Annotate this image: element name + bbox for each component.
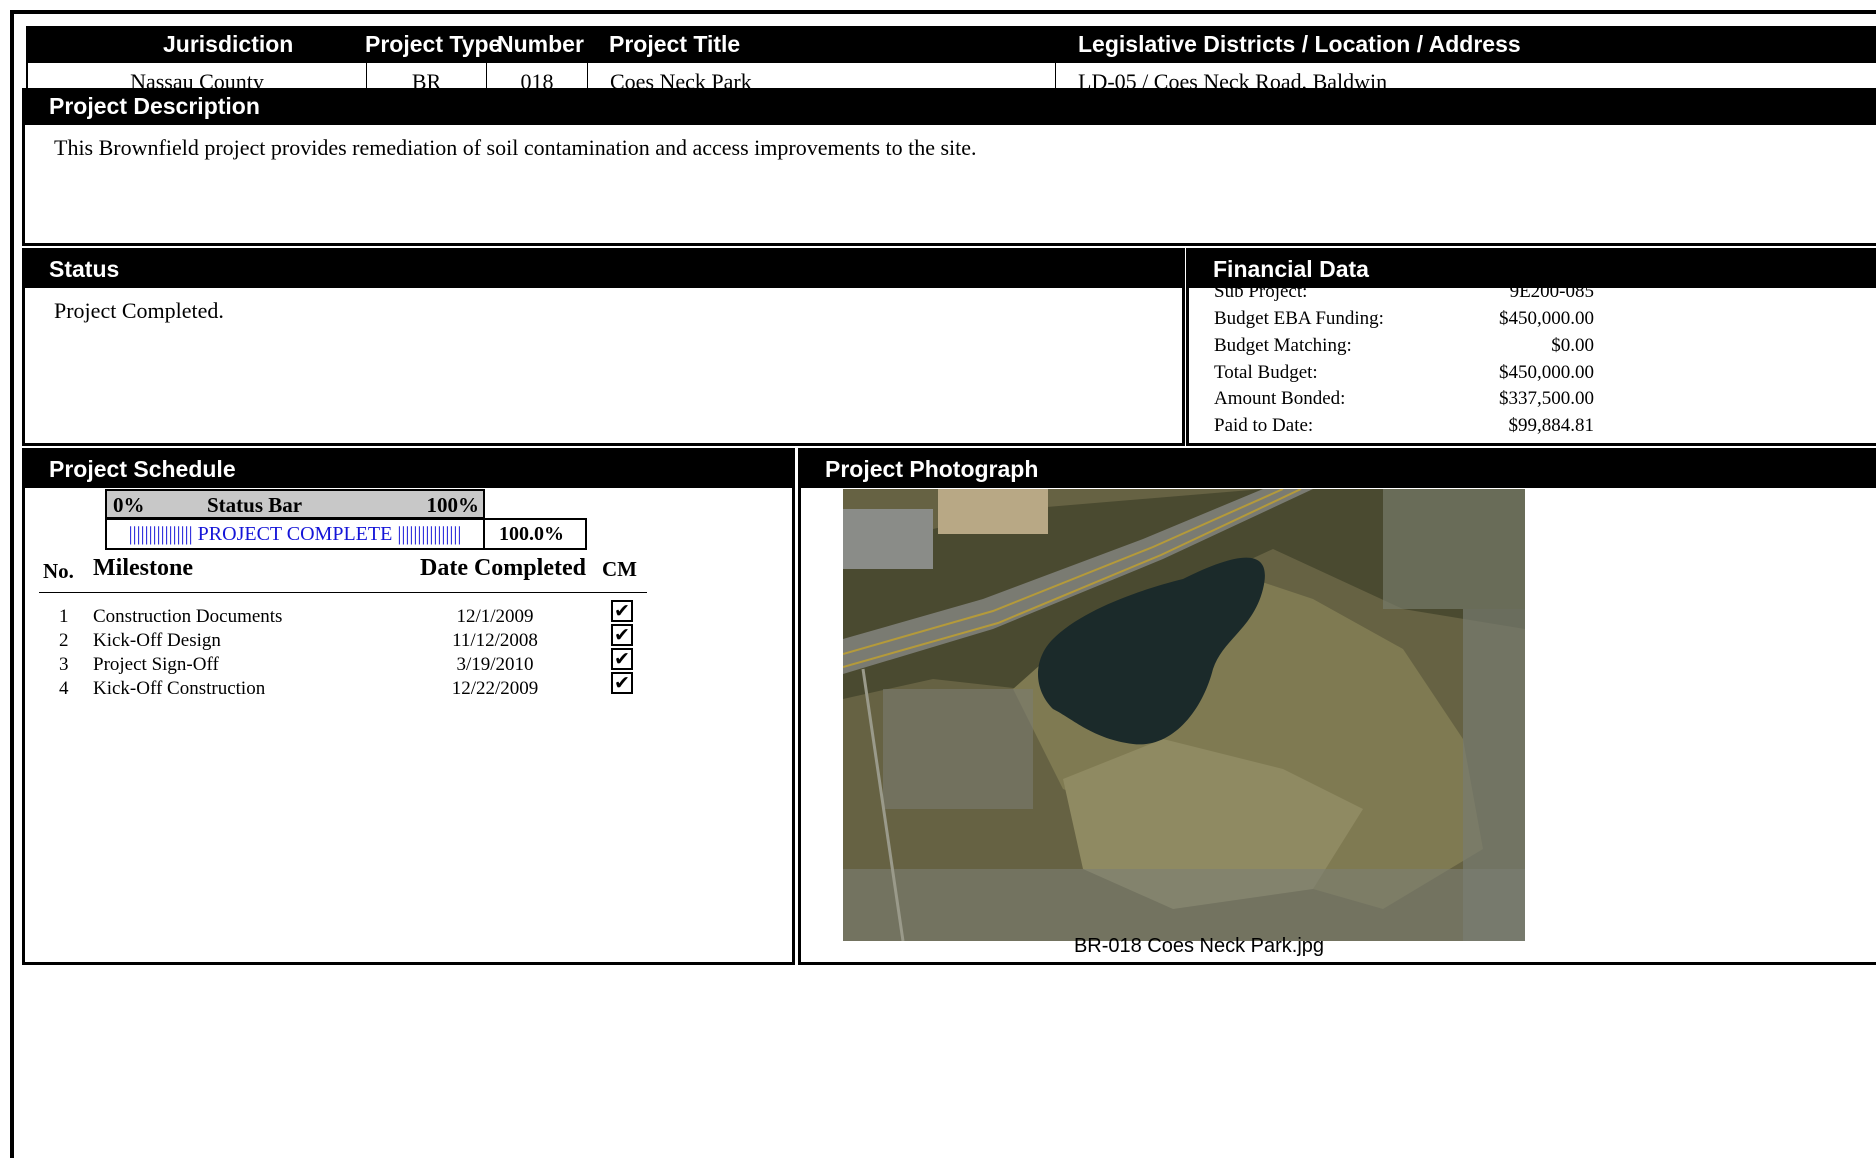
status-bar-title: Status Bar (207, 493, 303, 517)
financial-label: Paid to Date: (1214, 415, 1314, 436)
aerial-photo (843, 489, 1525, 941)
financial-value: $450,000.00 (1499, 362, 1594, 383)
column-no: No. (43, 559, 74, 583)
location-header: Legislative Districts / Location / Addre… (1078, 31, 1521, 57)
financial-row-paid-to-date: Paid to Date: $99,884.81 (1214, 415, 1595, 443)
number-header: Number (497, 31, 584, 57)
financial-label: Sub Project: (1214, 281, 1308, 302)
status-bar-percent: 100.0% (483, 518, 587, 550)
milestone-date: 12/22/2009 (451, 678, 539, 699)
project-header-row: Jurisdiction Project Type Number Project… (26, 26, 1876, 63)
schedule-header-rule (39, 592, 647, 593)
financial-label: Total Budget: (1214, 362, 1318, 383)
jurisdiction-header: Jurisdiction (163, 31, 294, 57)
milestone-cm-checkbox[interactable]: ✔ (611, 648, 633, 670)
financial-value: $337,500.00 (1499, 388, 1594, 409)
column-cm: CM (602, 557, 637, 581)
project-type-header: Project Type (365, 31, 502, 57)
milestone-cm-checkbox[interactable]: ✔ (611, 624, 633, 646)
financial-data-panel: Financial Data Sub Project: 9E200-085 Bu… (1186, 248, 1876, 446)
milestone-no: 3 (59, 654, 69, 675)
photo-caption: BR-018 Coes Neck Park.jpg (1073, 935, 1325, 957)
financial-value: 9E200-085 (1509, 281, 1594, 302)
milestone-name: Kick-Off Design (93, 630, 221, 651)
milestone-date: 3/19/2010 (456, 654, 534, 675)
milestone-cm-checkbox[interactable]: ✔ (611, 600, 633, 622)
project-photograph-panel: Project Photograph BR-018 Coes Neck Park… (798, 448, 1876, 965)
milestone-name: Project Sign-Off (93, 654, 219, 675)
milestone-no: 4 (59, 678, 69, 699)
milestone-no: 2 (59, 630, 69, 651)
status-bar-max-label: 100% (426, 493, 480, 517)
project-description-panel: Project Description This Brownfield proj… (22, 88, 1876, 246)
milestone-cm-checkbox[interactable]: ✔ (611, 672, 633, 694)
status-bar-scale: 0% Status Bar 100% (105, 489, 485, 519)
project-photograph-header: Project Photograph (801, 451, 1876, 488)
project-description-header: Project Description (25, 88, 1876, 125)
financial-value: $450,000.00 (1499, 308, 1594, 329)
status-bar-progress: |||||||||||||||| PROJECT COMPLETE ||||||… (105, 518, 485, 550)
status-bar-text: |||||||||||||||| PROJECT COMPLETE ||||||… (128, 523, 462, 545)
milestone-date: 11/12/2008 (452, 630, 538, 651)
financial-label: Amount Bonded: (1214, 388, 1346, 409)
financial-value: $99,884.81 (1508, 415, 1595, 436)
financial-label: Budget EBA Funding: (1214, 308, 1384, 329)
status-header: Status (25, 251, 1182, 288)
aerial-photo-image (843, 489, 1525, 941)
project-schedule-panel: Project Schedule 0% Status Bar 100% ||||… (22, 448, 795, 965)
project-schedule-header: Project Schedule (25, 451, 792, 488)
project-description-text: This Brownfield project provides remedia… (54, 135, 977, 160)
column-date-completed: Date Completed (420, 555, 586, 581)
milestone-name: Kick-Off Construction (93, 678, 266, 699)
financial-value: $0.00 (1551, 335, 1594, 356)
status-bar-min-label: 0% (113, 493, 145, 517)
column-milestone: Milestone (93, 555, 193, 581)
project-title-header: Project Title (609, 31, 741, 57)
milestone-date: 12/1/2009 (456, 606, 534, 627)
milestone-no: 1 (59, 606, 69, 627)
milestone-name: Construction Documents (93, 606, 283, 627)
milestone-row: 4 Kick-Off Construction 12/22/2009 ✔ (25, 672, 785, 706)
status-panel: Status Project Completed. (22, 248, 1185, 446)
financial-label: Budget Matching: (1214, 335, 1352, 356)
status-text: Project Completed. (54, 298, 224, 323)
